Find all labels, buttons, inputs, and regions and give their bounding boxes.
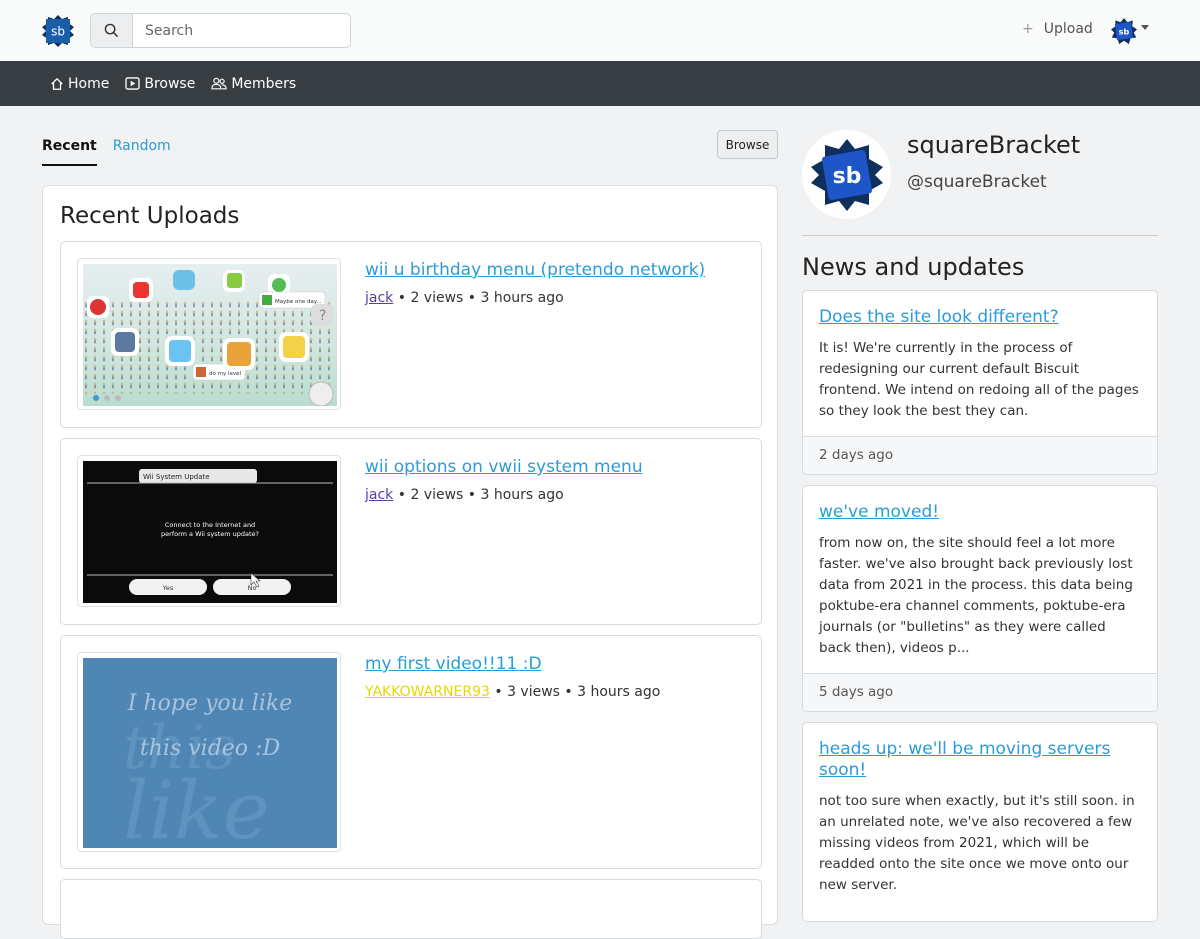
first-video-thumbnail: this like I hope you like this video :D bbox=[83, 658, 337, 848]
video-thumbnail[interactable]: Wii System Update Connect to the Interne… bbox=[77, 455, 341, 607]
video-thumbnail[interactable]: Maybe one day... ? do my level bbox=[77, 258, 341, 410]
browse-button[interactable]: Browse bbox=[717, 130, 778, 159]
nav-browse[interactable]: Browse bbox=[125, 76, 195, 92]
first-video-line2: this video :D bbox=[140, 736, 281, 761]
news-card: heads up: we'll be moving servers soon! … bbox=[802, 722, 1158, 922]
top-header: sb + Upload sb bbox=[0, 0, 1200, 61]
profile-avatar[interactable]: sb bbox=[802, 130, 891, 219]
site-logo-text: sb bbox=[51, 25, 65, 39]
upload-button[interactable]: + Upload bbox=[1022, 21, 1093, 37]
upload-tabs: Recent Random bbox=[42, 138, 171, 166]
video-author-link[interactable]: jack bbox=[365, 290, 393, 306]
video-stats: • 2 views • 3 hours ago bbox=[393, 487, 564, 503]
news-timestamp: 5 days ago bbox=[803, 673, 1157, 711]
first-video-bg-word2: like bbox=[123, 764, 270, 848]
video-card: Maybe one day... ? do my level wii u bir… bbox=[60, 241, 762, 428]
wii-update-thumbnail: Wii System Update Connect to the Interne… bbox=[83, 461, 337, 603]
wii-update-line2: perform a Wii system update? bbox=[161, 530, 259, 538]
nav-browse-label: Browse bbox=[144, 75, 196, 92]
nav-home[interactable]: Home bbox=[50, 76, 109, 92]
video-author-link[interactable]: YAKKOWARNER93 bbox=[365, 684, 490, 700]
search-input[interactable] bbox=[133, 14, 350, 47]
video-title-link[interactable]: wii options on vwii system menu bbox=[365, 457, 643, 477]
main-nav: Home Browse Members bbox=[0, 61, 1200, 106]
video-stats: • 2 views • 3 hours ago bbox=[393, 290, 564, 306]
wiiu-bubble-2: do my level bbox=[209, 371, 242, 377]
search-bar bbox=[90, 13, 351, 48]
video-meta: jack • 2 views • 3 hours ago bbox=[365, 290, 705, 306]
news-body: It is! We're currently in the process of… bbox=[819, 340, 1139, 419]
news-body: not too sure when exactly, but it's stil… bbox=[819, 793, 1135, 893]
home-icon bbox=[51, 77, 63, 90]
recent-uploads-panel: Recent Uploads Maybe one day... ? do my … bbox=[42, 185, 778, 939]
site-logo[interactable]: sb bbox=[42, 15, 74, 47]
profile-name: squareBracket bbox=[907, 131, 1081, 159]
nav-home-label: Home bbox=[68, 75, 110, 92]
tab-recent[interactable]: Recent bbox=[42, 138, 97, 166]
profile-handle: @squareBracket bbox=[907, 172, 1047, 192]
divider bbox=[802, 235, 1158, 236]
user-avatar-text: sb bbox=[1119, 26, 1130, 36]
video-meta: jack • 2 views • 3 hours ago bbox=[365, 487, 643, 503]
wii-update-yes: Yes bbox=[162, 584, 174, 592]
wiiu-bubble-1: Maybe one day... bbox=[275, 299, 322, 305]
nav-members-label: Members bbox=[231, 75, 297, 92]
wii-update-line1: Connect to the Internet and bbox=[165, 521, 255, 529]
video-author-link[interactable]: jack bbox=[365, 487, 393, 503]
search-button[interactable] bbox=[91, 14, 133, 47]
chevron-down-icon bbox=[1141, 24, 1149, 30]
tab-random[interactable]: Random bbox=[113, 138, 171, 166]
search-icon bbox=[104, 23, 119, 38]
upload-label: Upload bbox=[1043, 21, 1093, 37]
nav-members[interactable]: Members bbox=[211, 76, 296, 92]
svg-text:?: ? bbox=[319, 308, 326, 324]
user-menu[interactable]: sb bbox=[1111, 18, 1149, 44]
video-info: wii u birthday menu (pretendo network) j… bbox=[365, 260, 705, 306]
news-headline-link[interactable]: heads up: we'll be moving servers soon! bbox=[819, 739, 1141, 781]
news-headline-link[interactable]: we've moved! bbox=[819, 502, 1141, 523]
wii-update-window-title: Wii System Update bbox=[143, 473, 210, 481]
plus-icon: + bbox=[1022, 21, 1034, 37]
video-title-link[interactable]: wii u birthday menu (pretendo network) bbox=[365, 260, 705, 280]
members-icon bbox=[211, 77, 228, 90]
video-card: this like I hope you like this video :D … bbox=[60, 635, 762, 869]
video-card: Wii System Update Connect to the Interne… bbox=[60, 438, 762, 625]
news-card: Does the site look different? It is! We'… bbox=[802, 290, 1158, 475]
news-body: from now on, the site should feel a lot … bbox=[819, 535, 1133, 656]
recent-uploads-title: Recent Uploads bbox=[60, 203, 240, 229]
video-meta: YAKKOWARNER93 • 3 views • 3 hours ago bbox=[365, 684, 660, 700]
user-avatar: sb bbox=[1111, 18, 1137, 44]
video-card bbox=[60, 879, 762, 939]
news-card: we've moved! from now on, the site shoul… bbox=[802, 485, 1158, 712]
wii-update-no: No bbox=[248, 584, 257, 592]
video-title-link[interactable]: my first video!!11 :D bbox=[365, 654, 660, 674]
video-info: my first video!!11 :D YAKKOWARNER93 • 3 … bbox=[365, 654, 660, 700]
wiiu-menu-thumbnail: Maybe one day... ? do my level bbox=[83, 264, 337, 406]
video-info: wii options on vwii system menu jack • 2… bbox=[365, 457, 643, 503]
news-headline-link[interactable]: Does the site look different? bbox=[819, 307, 1141, 328]
news-timestamp: 2 days ago bbox=[803, 436, 1157, 474]
play-icon bbox=[125, 77, 140, 90]
profile-avatar-text: sb bbox=[832, 164, 861, 189]
news-title: News and updates bbox=[802, 253, 1025, 281]
first-video-line1: I hope you like bbox=[127, 691, 292, 716]
video-thumbnail[interactable]: this like I hope you like this video :D bbox=[77, 652, 341, 852]
video-stats: • 3 views • 3 hours ago bbox=[489, 684, 661, 700]
